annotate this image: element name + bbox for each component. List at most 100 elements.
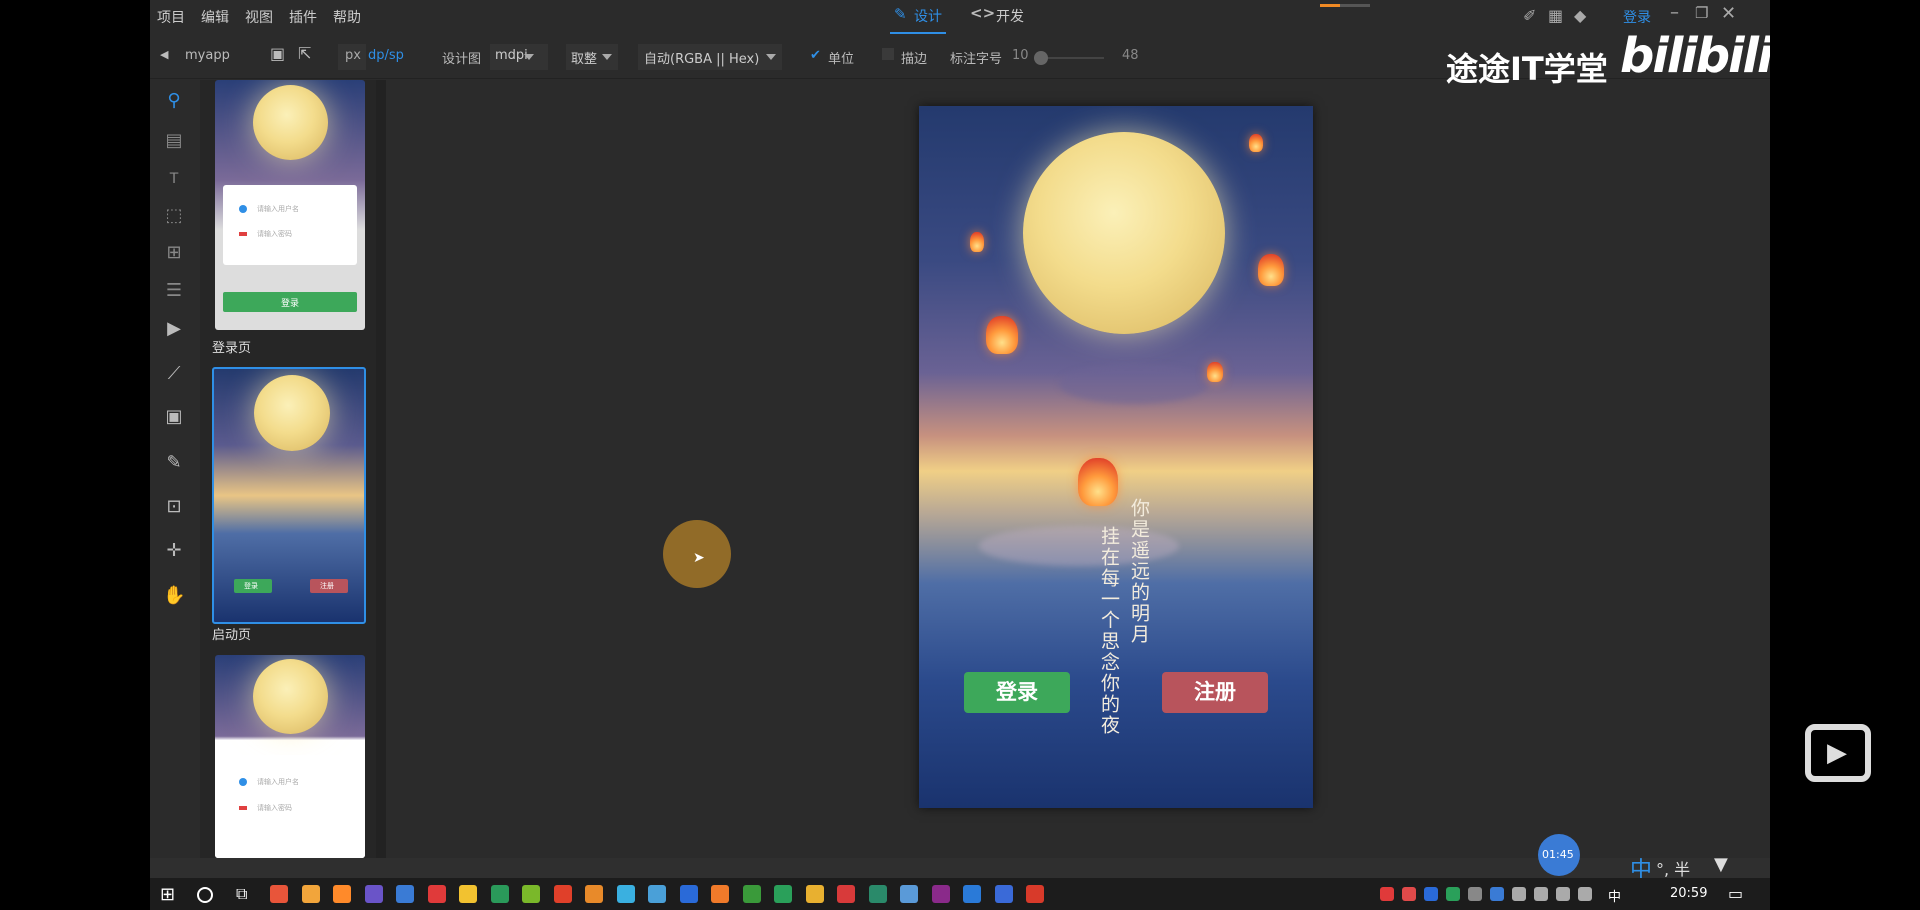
save-icon[interactable]: ▣	[270, 44, 285, 63]
netease-app-icon[interactable]	[459, 885, 477, 903]
unit-px-toggle[interactable]: px	[338, 44, 366, 70]
unit-checkbox-label: 单位	[828, 52, 855, 67]
menu-project[interactable]: 项目	[157, 7, 185, 27]
grid-icon[interactable]: ⊞	[163, 242, 185, 264]
word-app-icon[interactable]	[679, 885, 698, 903]
menu-plugin[interactable]: 插件	[289, 7, 317, 27]
bilibili-player-icon[interactable]: ▶	[1805, 724, 1871, 782]
wechat-tray-icon[interactable]	[1446, 887, 1460, 901]
crosshair-icon[interactable]: ✛	[163, 540, 185, 562]
onenote-app-icon[interactable]	[396, 885, 414, 903]
bell-icon[interactable]: ◆	[1574, 6, 1586, 25]
clock-tray-icon[interactable]	[1490, 887, 1504, 901]
taskbar-lang[interactable]: 中	[1608, 886, 1621, 905]
menu-view[interactable]: 视图	[245, 7, 273, 27]
browser-app-icon[interactable]	[742, 885, 761, 903]
list-icon[interactable]: ☰	[163, 280, 185, 302]
stroke-checkbox[interactable]	[882, 48, 894, 60]
brush-icon[interactable]: ✐	[1523, 6, 1536, 25]
cursor-highlight: ➤	[663, 520, 731, 588]
office-app-icon[interactable]	[711, 885, 729, 903]
username-placeholder: 请输入用户名	[257, 778, 299, 786]
battery-tray-icon[interactable]	[1578, 887, 1592, 901]
color-format-select[interactable]: 自动(RGBA || Hex)	[638, 44, 782, 70]
lambda-app-icon[interactable]	[553, 885, 572, 903]
close-icon[interactable]: ✕	[1721, 3, 1736, 24]
media-app-icon[interactable]	[963, 885, 981, 903]
ime-half[interactable]: °, 半	[1656, 856, 1690, 878]
image-app-icon[interactable]	[427, 885, 446, 903]
lantern	[986, 316, 1018, 354]
text-box-icon[interactable]: ⊡	[163, 496, 185, 518]
password-placeholder: 请输入密码	[257, 804, 292, 812]
thumbnail-splash-page[interactable]: 登录 注册	[212, 367, 366, 624]
chart-app-icon[interactable]	[522, 885, 540, 903]
tab-design-label: 设计	[914, 9, 942, 25]
chrome-app-icon[interactable]	[805, 885, 824, 903]
tab-design[interactable]: ✎ 设计	[890, 0, 946, 34]
ime-mode[interactable]: 中	[1630, 852, 1652, 878]
tab-develop[interactable]: <> 开发	[970, 0, 1030, 32]
folder-app-icon[interactable]	[868, 885, 887, 903]
loop-app-icon[interactable]	[585, 885, 603, 903]
restore-icon[interactable]: ❐	[1695, 4, 1708, 22]
login-button[interactable]: 登录	[964, 672, 1070, 713]
calculator-app-icon[interactable]	[301, 885, 320, 903]
unit-dp-toggle[interactable]: dp/sp	[368, 48, 404, 63]
layers-icon[interactable]: ▤	[163, 130, 185, 152]
green-app-icon[interactable]	[931, 885, 950, 903]
active-app-icon[interactable]	[1026, 885, 1044, 903]
select-icon[interactable]: ⬚	[163, 205, 185, 227]
rounding-select[interactable]: 取整	[566, 44, 618, 70]
ruler-icon[interactable]: ⟋	[163, 363, 185, 385]
unit-px-label: px	[345, 48, 361, 63]
status-bar	[150, 858, 1770, 878]
text-tool-icon[interactable]: T	[163, 168, 185, 190]
code-icon: <>	[970, 4, 996, 22]
search-circle-icon[interactable]	[197, 887, 213, 903]
grid-app-icon[interactable]	[364, 885, 383, 903]
menu-help[interactable]: 帮助	[333, 7, 361, 27]
xd-app-icon[interactable]	[994, 885, 1013, 903]
back-arrow-icon[interactable]: ◀	[160, 48, 168, 61]
sticky-app-icon[interactable]	[490, 885, 509, 903]
density-select[interactable]: mdpi	[490, 44, 548, 70]
app-icon-icon[interactable]	[648, 885, 666, 903]
taskbar-clock[interactable]: 20:59	[1670, 886, 1707, 901]
frame-icon[interactable]: ▣	[163, 406, 185, 428]
eyedropper-icon[interactable]: ✎	[163, 452, 185, 474]
thumbnail-page-3[interactable]: 请输入用户名 请输入密码	[215, 655, 365, 858]
netease-tray-icon[interactable]	[1380, 887, 1394, 901]
hand-icon[interactable]: ✋	[163, 585, 185, 607]
notification-icon[interactable]: ▭	[1728, 884, 1743, 903]
thumb-login-label: 登录	[244, 582, 258, 590]
tool-app-icon[interactable]	[774, 885, 792, 903]
marker-icon[interactable]: ⚲	[163, 90, 185, 112]
video-app-icon[interactable]	[900, 885, 918, 903]
windows-start-icon[interactable]: ⊞	[160, 884, 175, 905]
thumbnail-scrollbar[interactable]	[376, 80, 386, 858]
firefox-app-icon[interactable]	[333, 885, 351, 903]
shirt-icon[interactable]: ▼	[1714, 854, 1728, 875]
wifi-tray-icon[interactable]	[1534, 887, 1548, 901]
word-tray-icon[interactable]	[1424, 887, 1438, 901]
login-link[interactable]: 登录	[1623, 7, 1651, 27]
register-button[interactable]: 注册	[1162, 672, 1268, 713]
checkbox-unit-checked-icon[interactable]: ✔	[810, 48, 821, 63]
gift-icon[interactable]: ▦	[1548, 6, 1563, 25]
thumbnail-login-page[interactable]: 请输入用户名 请输入密码 登录	[215, 80, 365, 330]
slider-handle[interactable]	[1034, 51, 1048, 65]
network-tray-icon[interactable]	[1512, 887, 1526, 901]
pdf-tray-icon[interactable]	[1468, 887, 1482, 901]
font-size-slider[interactable]	[1034, 51, 1104, 65]
export-icon[interactable]: ⇱	[298, 44, 311, 63]
menu-edit[interactable]: 编辑	[201, 7, 229, 27]
hand-app-icon[interactable]	[270, 885, 288, 903]
volume-tray-icon[interactable]	[1556, 887, 1570, 901]
wechat-app-icon[interactable]	[837, 885, 855, 903]
play-icon[interactable]: ▶	[163, 318, 185, 340]
search-app-icon[interactable]	[616, 885, 635, 903]
task-view-icon[interactable]: ⧉	[236, 884, 247, 904]
minimize-icon[interactable]: –	[1670, 2, 1679, 23]
flower-tray-icon[interactable]	[1402, 887, 1416, 901]
